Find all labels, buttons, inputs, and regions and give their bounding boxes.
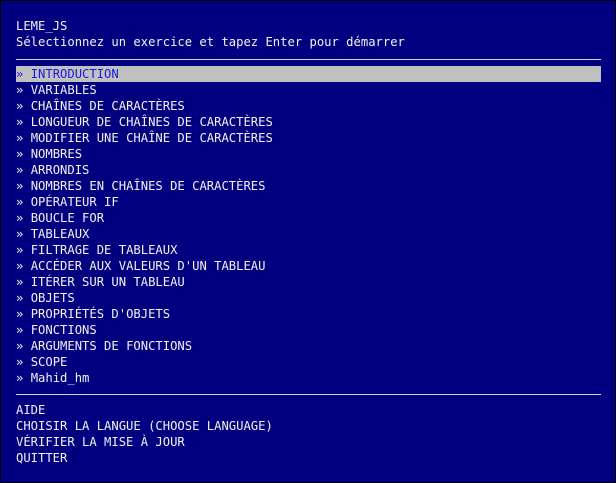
exercise-menu: » INTRODUCTION» VARIABLES» CHAÎNES DE CA… <box>16 66 601 386</box>
bottom-divider <box>16 394 601 395</box>
bullet-icon: » <box>16 67 24 81</box>
menu-item[interactable]: » Mahid_hm <box>16 370 601 386</box>
menu-item[interactable]: » INTRODUCTION <box>16 66 601 82</box>
footer-item[interactable]: QUITTER <box>16 450 601 466</box>
bullet-icon: » <box>16 195 24 209</box>
terminal-window: LEME_JS Sélectionnez un exercice et tape… <box>1 1 615 482</box>
menu-item-label: SCOPE <box>30 355 68 369</box>
bullet-icon: » <box>16 227 24 241</box>
footer-item[interactable]: AIDE <box>16 402 601 418</box>
bullet-icon: » <box>16 307 24 321</box>
menu-item-label: PROPRIÉTÉS D'OBJETS <box>30 307 171 321</box>
menu-item-label: TABLEAUX <box>30 227 90 241</box>
menu-item[interactable]: » MODIFIER UNE CHAÎNE DE CARACTÈRES <box>16 130 601 146</box>
menu-item-label: LONGUEUR DE CHAÎNES DE CARACTÈRES <box>30 115 273 129</box>
bullet-icon: » <box>16 243 24 257</box>
menu-item-label: FONCTIONS <box>30 323 97 337</box>
bullet-icon: » <box>16 259 24 273</box>
menu-item[interactable]: » NOMBRES <box>16 146 601 162</box>
bullet-icon: » <box>16 83 24 97</box>
menu-item[interactable]: » ACCÉDER AUX VALEURS D'UN TABLEAU <box>16 258 601 274</box>
menu-item[interactable]: » LONGUEUR DE CHAÎNES DE CARACTÈRES <box>16 114 601 130</box>
menu-item[interactable]: » ARRONDIS <box>16 162 601 178</box>
bullet-icon: » <box>16 371 24 385</box>
menu-item[interactable]: » BOUCLE FOR <box>16 210 601 226</box>
menu-item-label: ARRONDIS <box>30 163 90 177</box>
menu-item[interactable]: » OBJETS <box>16 290 601 306</box>
bullet-icon: » <box>16 291 24 305</box>
menu-item-label: ACCÉDER AUX VALEURS D'UN TABLEAU <box>30 259 266 273</box>
bullet-icon: » <box>16 323 24 337</box>
menu-item[interactable]: » VARIABLES <box>16 82 601 98</box>
menu-item[interactable]: » ARGUMENTS DE FONCTIONS <box>16 338 601 354</box>
menu-item-label: VARIABLES <box>30 83 97 97</box>
menu-item-label: NOMBRES <box>30 147 83 161</box>
bullet-icon: » <box>16 163 24 177</box>
footer-item[interactable]: CHOISIR LA LANGUE (CHOOSE LANGUAGE) <box>16 418 601 434</box>
footer-menu: AIDE CHOISIR LA LANGUE (CHOOSE LANGUAGE) V… <box>16 402 601 466</box>
bullet-icon: » <box>16 131 24 145</box>
menu-item[interactable]: » PROPRIÉTÉS D'OBJETS <box>16 306 601 322</box>
menu-item[interactable]: » CHAÎNES DE CARACTÈRES <box>16 98 601 114</box>
menu-item-label: OBJETS <box>30 291 75 305</box>
menu-item-label: FILTRAGE DE TABLEAUX <box>30 243 178 257</box>
menu-item-label: INTRODUCTION <box>30 67 119 81</box>
bullet-icon: » <box>16 99 24 113</box>
instruction-text: Sélectionnez un exercice et tapez Enter … <box>16 35 405 49</box>
bullet-icon: » <box>16 147 24 161</box>
app-title: LEME_JS <box>16 19 68 33</box>
menu-item-label: Mahid_hm <box>30 371 90 385</box>
bullet-icon: » <box>16 179 24 193</box>
menu-item-label: BOUCLE FOR <box>30 211 105 225</box>
menu-item[interactable]: » OPÉRATEUR IF <box>16 194 601 210</box>
menu-item[interactable]: » ITÉRER SUR UN TABLEAU <box>16 274 601 290</box>
menu-item-label: OPÉRATEUR IF <box>30 195 119 209</box>
footer-item[interactable]: VÉRIFIER LA MISE À JOUR <box>16 434 601 450</box>
menu-item[interactable]: » NOMBRES EN CHAÎNES DE CARACTÈRES <box>16 178 601 194</box>
menu-item-label: CHAÎNES DE CARACTÈRES <box>30 99 185 113</box>
menu-item[interactable]: » TABLEAUX <box>16 226 601 242</box>
bullet-icon: » <box>16 115 24 129</box>
menu-item-label: MODIFIER UNE CHAÎNE DE CARACTÈRES <box>30 131 273 145</box>
bullet-icon: » <box>16 275 24 289</box>
top-divider <box>16 59 601 60</box>
bullet-icon: » <box>16 211 24 225</box>
bullet-icon: » <box>16 339 24 353</box>
menu-item[interactable]: » FILTRAGE DE TABLEAUX <box>16 242 601 258</box>
menu-item-label: ARGUMENTS DE FONCTIONS <box>30 339 193 353</box>
menu-item[interactable]: » FONCTIONS <box>16 322 601 338</box>
bullet-icon: » <box>16 355 24 369</box>
menu-item-label: ITÉRER SUR UN TABLEAU <box>30 275 185 289</box>
menu-item[interactable]: » SCOPE <box>16 354 601 370</box>
menu-item-label: NOMBRES EN CHAÎNES DE CARACTÈRES <box>30 179 266 193</box>
